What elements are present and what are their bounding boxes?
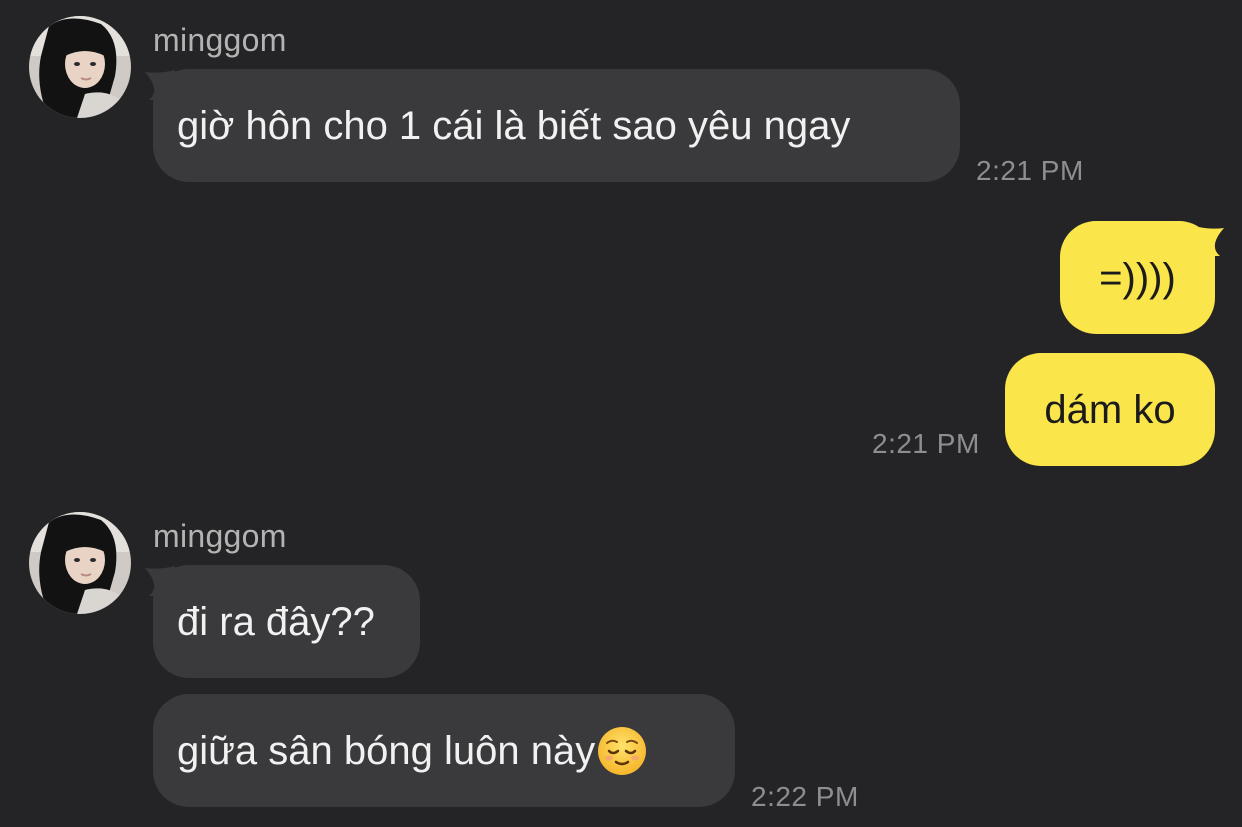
sender-name: minggom xyxy=(153,518,287,554)
message-timestamp: 2:21 PM xyxy=(872,428,980,459)
avatar[interactable] xyxy=(29,16,131,118)
avatar[interactable] xyxy=(29,512,131,614)
message-text: =)))) xyxy=(1099,255,1176,300)
message-bubble-incoming[interactable]: giữa sân bóng luôn này xyxy=(153,694,735,807)
message-text: giữa sân bóng luôn này xyxy=(177,728,596,773)
message-text: giờ hôn cho 1 cái là biết sao yêu ngay xyxy=(177,103,851,148)
message-timestamp: 2:22 PM xyxy=(751,781,859,812)
sender-name: minggom xyxy=(153,22,287,58)
profile-photo-icon xyxy=(29,512,131,614)
relieved-face-emoji-icon xyxy=(598,726,647,775)
message-text: đi ra đây?? xyxy=(177,599,375,644)
message-bubble-incoming[interactable]: đi ra đây?? xyxy=(153,565,420,678)
profile-photo-icon xyxy=(29,16,131,118)
message-text: dám ko xyxy=(1044,387,1176,432)
message-bubble-outgoing[interactable]: =)))) xyxy=(1060,221,1215,334)
message-timestamp: 2:21 PM xyxy=(976,155,1084,186)
message-bubble-outgoing[interactable]: dám ko xyxy=(1005,353,1215,466)
message-bubble-incoming[interactable]: giờ hôn cho 1 cái là biết sao yêu ngay xyxy=(153,69,960,182)
